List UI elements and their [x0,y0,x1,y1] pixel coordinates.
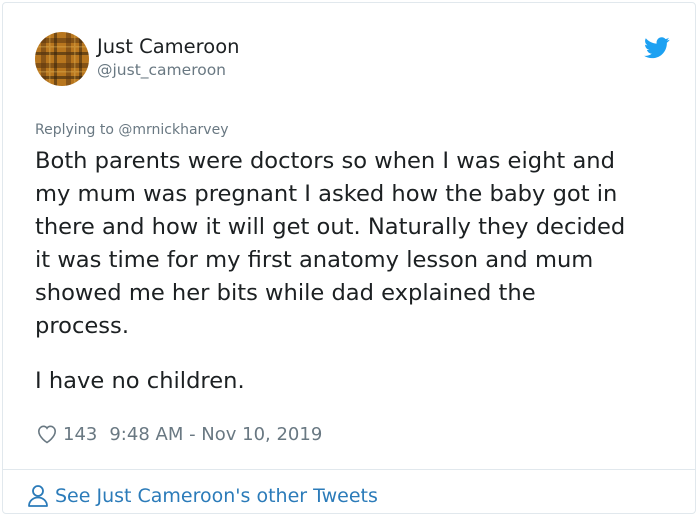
author-name[interactable]: Just Cameroon [97,35,239,58]
reply-context[interactable]: Replying to @mrnickharvey [35,122,228,138]
twitter-bird-icon[interactable] [644,37,670,59]
heart-icon[interactable] [35,422,59,446]
tweet-card: Just Cameroon @just_cameroon Replying to… [2,2,696,514]
twitter-bird-icon-svg [644,37,670,59]
author-handle[interactable]: @just_cameroon [97,61,226,79]
tweet-paragraph: Both parents were doctors so when I was … [35,148,626,339]
tweet-meta: 143 9:48 AM - Nov 10, 2019 [35,421,322,447]
tweet-body: Both parents were doctors so when I was … [35,145,675,398]
see-other-tweets-label[interactable]: See Just Cameroon's other Tweets [55,485,378,507]
see-other-tweets-link[interactable]: See Just Cameroon's other Tweets [27,483,378,509]
divider [3,469,695,470]
timestamp[interactable]: 9:48 AM - Nov 10, 2019 [109,424,322,445]
avatar[interactable] [35,32,89,86]
plaid-avatar-image [35,32,89,86]
person-icon [28,485,48,507]
tweet-paragraph: I have no children. [35,368,245,394]
like-count[interactable]: 143 [63,424,97,445]
